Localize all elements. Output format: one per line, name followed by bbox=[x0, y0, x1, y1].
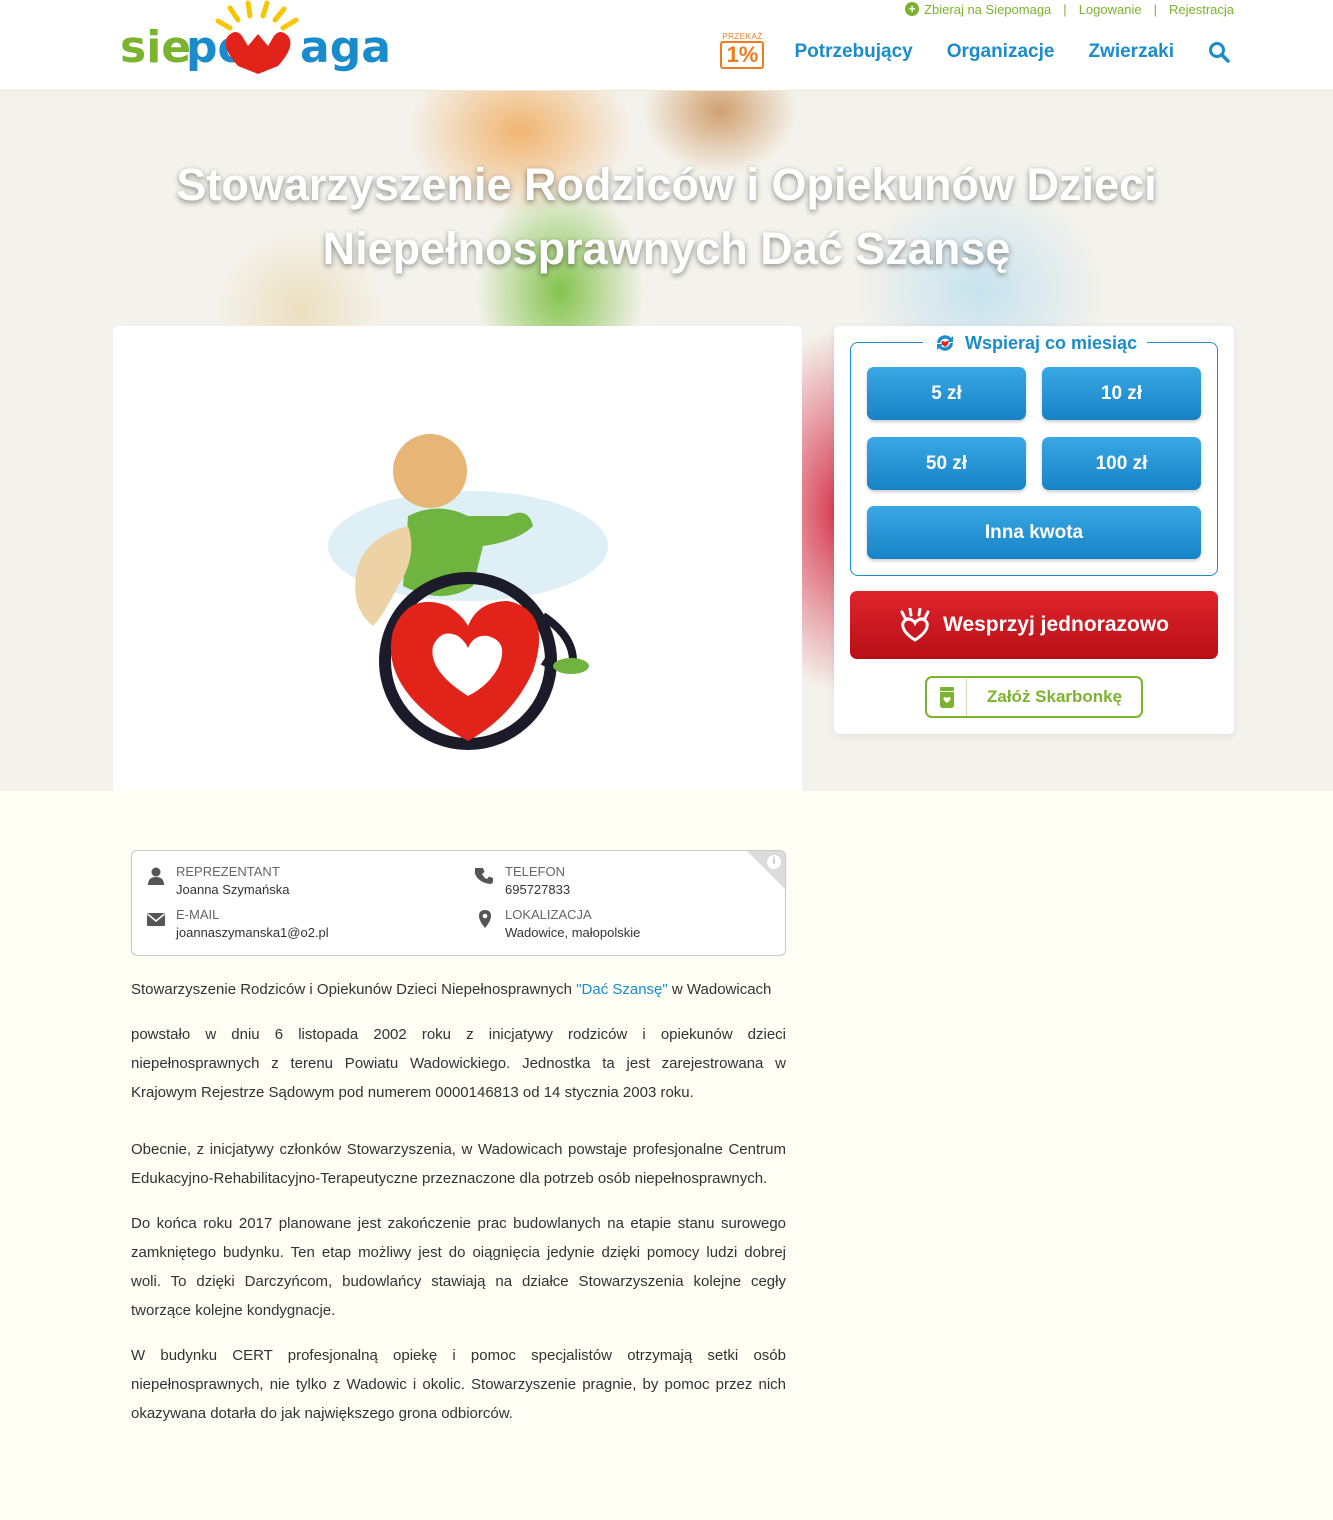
donation-panel: Wspieraj co miesiąc 5 zł 10 zł 50 zł 100… bbox=[834, 326, 1234, 734]
organization-name-link[interactable]: "Dać Szansę" bbox=[576, 981, 668, 998]
email-value[interactable]: joannaszymanska1@o2.pl bbox=[176, 923, 329, 943]
map-pin-icon bbox=[479, 910, 491, 928]
description-paragraph: powstało w dniu 6 listopada 2002 roku z … bbox=[131, 1026, 786, 1101]
search-icon[interactable] bbox=[1208, 41, 1230, 63]
plus-icon: + bbox=[905, 2, 920, 16]
envelope-icon bbox=[147, 913, 165, 926]
location-label: LOKALIZACJA bbox=[505, 907, 592, 922]
description-paragraph: Stowarzyszenie Rodziców i Opiekunów Dzie… bbox=[131, 975, 786, 1004]
phone-label: TELEFON bbox=[505, 864, 565, 879]
organization-logo-card bbox=[113, 326, 802, 791]
register-link[interactable]: Rejestracja bbox=[1169, 2, 1234, 17]
organization-description: Stowarzyszenie Rodziców i Opiekunów Dzie… bbox=[131, 975, 786, 1444]
one-percent-value: 1% bbox=[720, 41, 765, 69]
collect-link[interactable]: Zbieraj na Siepomaga bbox=[924, 2, 1051, 17]
location-value: Wadowice, małopolskie bbox=[505, 925, 641, 940]
organization-logo-image bbox=[328, 434, 608, 750]
page-title-line1: Stowarzyszenie Rodziców i Opiekunów Dzie… bbox=[176, 159, 1157, 210]
other-amount-button[interactable]: Inna kwota bbox=[867, 506, 1201, 559]
site-header: sie po aga + Zbieraj na Siepomaga | Logo… bbox=[0, 0, 1333, 91]
phone-icon bbox=[475, 868, 493, 884]
one-percent-badge[interactable]: PRZEKAŻ 1% bbox=[720, 32, 765, 72]
top-links: + Zbieraj na Siepomaga | Logowanie | Rej… bbox=[905, 0, 1234, 18]
jar-icon bbox=[939, 687, 954, 708]
representative-label: REPREZENTANT bbox=[176, 864, 280, 879]
amount-5-button[interactable]: 5 zł bbox=[867, 367, 1026, 420]
description-paragraph: Obecnie, z inicjatywy członków Stowarzys… bbox=[131, 1141, 786, 1187]
phone-value: 695727833 bbox=[505, 882, 571, 897]
representative-value: Joanna Szymańska bbox=[176, 882, 290, 897]
recurring-heart-icon bbox=[937, 335, 953, 351]
info-icon[interactable]: i bbox=[767, 855, 781, 869]
amount-10-button[interactable]: 10 zł bbox=[1042, 367, 1201, 420]
phone-item: TELEFON 695727833 bbox=[475, 864, 570, 900]
siepomaga-logo[interactable]: sie po aga bbox=[120, 0, 390, 80]
description-paragraph: W budynku CERT profesjonalną opiekę i po… bbox=[131, 1347, 786, 1422]
helping-hand-heart-icon bbox=[900, 608, 930, 642]
amount-50-button[interactable]: 50 zł bbox=[867, 437, 1026, 490]
organization-contact-box: i REPREZENTANT Joanna Szymańska TELEFON … bbox=[131, 850, 786, 956]
separator: | bbox=[1063, 1, 1067, 17]
description-paragraph: Do końca roku 2017 planowane jest zakońc… bbox=[131, 1215, 786, 1319]
nav-item-animals[interactable]: Zwierzaki bbox=[1088, 41, 1174, 63]
login-link[interactable]: Logowanie bbox=[1079, 2, 1142, 17]
donate-once-button[interactable]: Wesprzyj jednorazowo bbox=[850, 591, 1218, 659]
main-nav: PRZEKAŻ 1% Potrzebujący Organizacje Zwie… bbox=[720, 28, 1230, 76]
description-text: Stowarzyszenie Rodziców i Opiekunów Dzie… bbox=[131, 981, 577, 998]
one-percent-label: PRZEKAŻ bbox=[722, 32, 763, 41]
representative-item: REPREZENTANT Joanna Szymańska bbox=[146, 864, 289, 900]
nav-item-needy[interactable]: Potrzebujący bbox=[794, 41, 912, 63]
person-icon bbox=[148, 867, 164, 885]
email-item: E-MAIL joannaszymanska1@o2.pl bbox=[146, 907, 329, 943]
create-piggybank-button[interactable]: Załóż Skarbonkę bbox=[925, 676, 1143, 718]
monthly-support-box: Wspieraj co miesiąc 5 zł 10 zł 50 zł 100… bbox=[850, 331, 1218, 576]
page-title: Stowarzyszenie Rodziców i Opiekunów Dzie… bbox=[0, 153, 1333, 281]
page-title-line2: Niepełnosprawnych Dać Szansę bbox=[322, 223, 1011, 274]
email-label: E-MAIL bbox=[176, 907, 220, 922]
location-item: LOKALIZACJA Wadowice, małopolskie bbox=[475, 907, 640, 943]
monthly-support-title: Wspieraj co miesiąc bbox=[923, 331, 1148, 355]
donate-once-label: Wesprzyj jednorazowo bbox=[943, 613, 1169, 636]
amount-100-button[interactable]: 100 zł bbox=[1042, 437, 1201, 490]
create-piggybank-label: Załóż Skarbonkę bbox=[987, 687, 1123, 706]
logo-text-aga: aga bbox=[300, 22, 390, 73]
piggybank-icon-wrap bbox=[927, 678, 967, 716]
nav-item-organizations[interactable]: Organizacje bbox=[947, 41, 1055, 63]
monthly-support-label: Wspieraj co miesiąc bbox=[965, 332, 1138, 353]
description-text: w Wadowicach bbox=[667, 981, 772, 998]
logo-text-sie: sie bbox=[120, 22, 191, 73]
separator: | bbox=[1153, 1, 1157, 17]
